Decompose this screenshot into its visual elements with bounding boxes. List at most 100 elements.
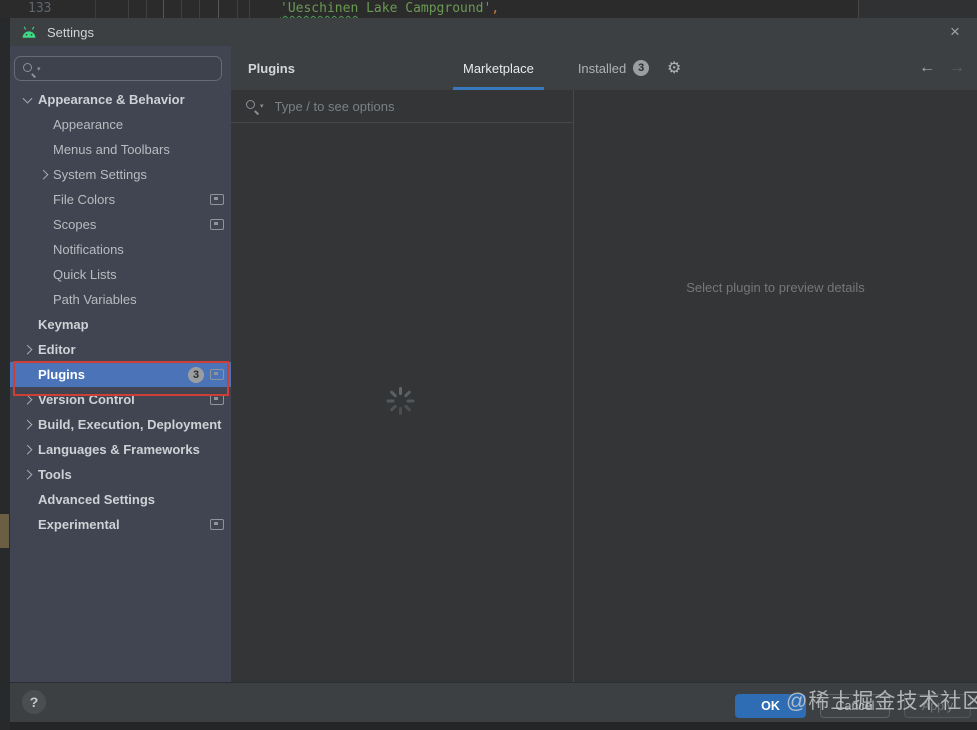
help-button[interactable]: ? (22, 690, 46, 714)
sidebar-item-plugins[interactable]: Plugins 3 (10, 362, 231, 387)
search-icon (22, 62, 36, 76)
search-dropdown-icon[interactable]: ▾ (260, 102, 264, 110)
apply-button: Apply (904, 694, 971, 718)
android-studio-icon (20, 26, 38, 39)
plugin-search-input[interactable] (272, 97, 573, 115)
editor-line-number: 133 (28, 1, 52, 16)
sidebar-item-advanced-settings[interactable]: Advanced Settings (10, 487, 231, 512)
chevron-right-icon[interactable] (22, 344, 33, 355)
search-icon (245, 99, 259, 113)
editor-right-pane (859, 0, 977, 18)
sidebar-item-label: Editor (38, 342, 76, 357)
code-string-misspelled: 'Ueschinen (280, 1, 359, 16)
editor-guide-line (218, 0, 219, 18)
plugin-search-box[interactable]: ▾ (231, 90, 573, 123)
sidebar-item-label: Appearance & Behavior (38, 92, 185, 107)
editor-guide-line (199, 0, 200, 18)
background-editor-strip: 133 'Ueschinen Lake Campground', (0, 0, 977, 18)
chevron-right-icon[interactable] (22, 444, 33, 455)
project-marker-icon (210, 219, 224, 230)
background-left-strip (0, 18, 10, 730)
sidebar-item-keymap[interactable]: Keymap (10, 312, 231, 337)
sidebar-item-build-execution-deployment[interactable]: Build, Execution, Deployment (10, 412, 231, 437)
background-window-patch (0, 514, 9, 548)
detail-placeholder-text: Select plugin to preview details (686, 280, 865, 295)
settings-search-box[interactable]: ▾ (14, 56, 222, 81)
code-comma: , (491, 1, 500, 16)
code-string-rest: Lake Campground' (358, 1, 492, 16)
tab-marketplace[interactable]: Marketplace (453, 46, 544, 90)
sidebar-item-version-control[interactable]: Version Control (10, 387, 231, 412)
plugins-header: Plugins Marketplace Installed 3 ⚙ ← → (231, 46, 977, 90)
dialog-title: Settings (47, 24, 94, 40)
editor-guide-line (181, 0, 182, 18)
sidebar-item-system-settings[interactable]: System Settings (10, 162, 231, 187)
project-marker-icon (210, 194, 224, 205)
chevron-right-icon[interactable] (22, 469, 33, 480)
sidebar-item-label: Tools (38, 467, 72, 482)
sidebar-item-label: Keymap (38, 317, 89, 332)
project-marker-icon (210, 519, 224, 530)
sidebar-item-scopes[interactable]: Scopes (10, 212, 231, 237)
editor-guide-line (237, 0, 238, 18)
editor-guide-line (146, 0, 147, 18)
loading-spinner-icon (386, 387, 414, 415)
project-marker-icon (210, 394, 224, 405)
sidebar-item-appearance[interactable]: Appearance (10, 112, 231, 137)
settings-tree: Appearance & Behavior Appearance Menus and… (10, 87, 231, 537)
sidebar-item-label: Languages & Frameworks (38, 442, 200, 457)
sidebar-item-label: Version Control (38, 392, 135, 407)
sidebar-item-label: Appearance (53, 117, 124, 132)
sidebar-item-notifications[interactable]: Notifications (10, 237, 231, 262)
sidebar-item-label: File Colors (53, 192, 116, 207)
sidebar-item-label: Notifications (53, 242, 124, 257)
editor-guide-line (163, 0, 164, 18)
plugins-tabs: Marketplace Installed 3 (453, 46, 659, 90)
sidebar-item-tools[interactable]: Tools (10, 462, 231, 487)
editor-guide-line (249, 0, 250, 18)
sidebar-item-path-variables[interactable]: Path Variables (10, 287, 231, 312)
page-title: Plugins (248, 60, 295, 76)
gear-icon[interactable]: ⚙ (667, 46, 681, 90)
settings-dialog-titlebar: Settings × (10, 18, 977, 47)
project-marker-icon (210, 369, 224, 380)
editor-pane-divider (858, 0, 859, 18)
sidebar-item-editor[interactable]: Editor (10, 337, 231, 362)
sidebar-item-label: Menus and Toolbars (53, 142, 170, 157)
editor-gutter-line (95, 0, 96, 18)
ok-button[interactable]: OK (735, 694, 806, 718)
sidebar-item-file-colors[interactable]: File Colors (10, 187, 231, 212)
chevron-right-icon[interactable] (22, 394, 33, 405)
badge-count: 3 (188, 366, 204, 383)
sidebar-item-label: Experimental (38, 517, 120, 532)
sidebar-item-quick-lists[interactable]: Quick Lists (10, 262, 231, 287)
chevron-right-icon[interactable] (38, 169, 49, 180)
tab-label: Marketplace (463, 60, 534, 76)
sidebar-item-label: Build, Execution, Deployment (38, 417, 222, 432)
sidebar-item-menus-and-toolbars[interactable]: Menus and Toolbars (10, 137, 231, 162)
sidebar-item-label: Path Variables (53, 292, 137, 307)
editor-guide-line (128, 0, 129, 18)
sidebar-item-label: Quick Lists (53, 267, 117, 282)
back-arrow-icon[interactable]: ← (919, 59, 935, 77)
chevron-down-icon[interactable] (22, 93, 33, 104)
navigation-arrows: ← → (919, 46, 965, 90)
plugin-detail-panel: Select plugin to preview details (573, 90, 977, 682)
close-icon[interactable]: × (941, 18, 969, 46)
settings-search-input[interactable] (40, 60, 221, 77)
dialog-footer: ? OK Cancel Apply (10, 682, 977, 722)
chevron-right-icon[interactable] (22, 419, 33, 430)
sidebar-item-label: System Settings (53, 167, 147, 182)
plugin-list-panel: ▾ (231, 90, 573, 682)
sidebar-item-label: Scopes (53, 217, 97, 232)
forward-arrow-icon: → (949, 59, 965, 76)
sidebar-item-appearance-behavior[interactable]: Appearance & Behavior (10, 87, 231, 112)
sidebar-item-languages-frameworks[interactable]: Languages & Frameworks (10, 437, 231, 462)
tab-installed[interactable]: Installed 3 (568, 46, 659, 90)
sidebar-item-experimental[interactable]: Experimental (10, 512, 231, 537)
badge-count: 3 (633, 60, 650, 76)
tab-label: Installed (577, 60, 627, 76)
dialog-bottom-edge (10, 722, 977, 730)
editor-code-line: 'Ueschinen Lake Campground', (280, 1, 499, 16)
cancel-button[interactable]: Cancel (820, 694, 890, 718)
